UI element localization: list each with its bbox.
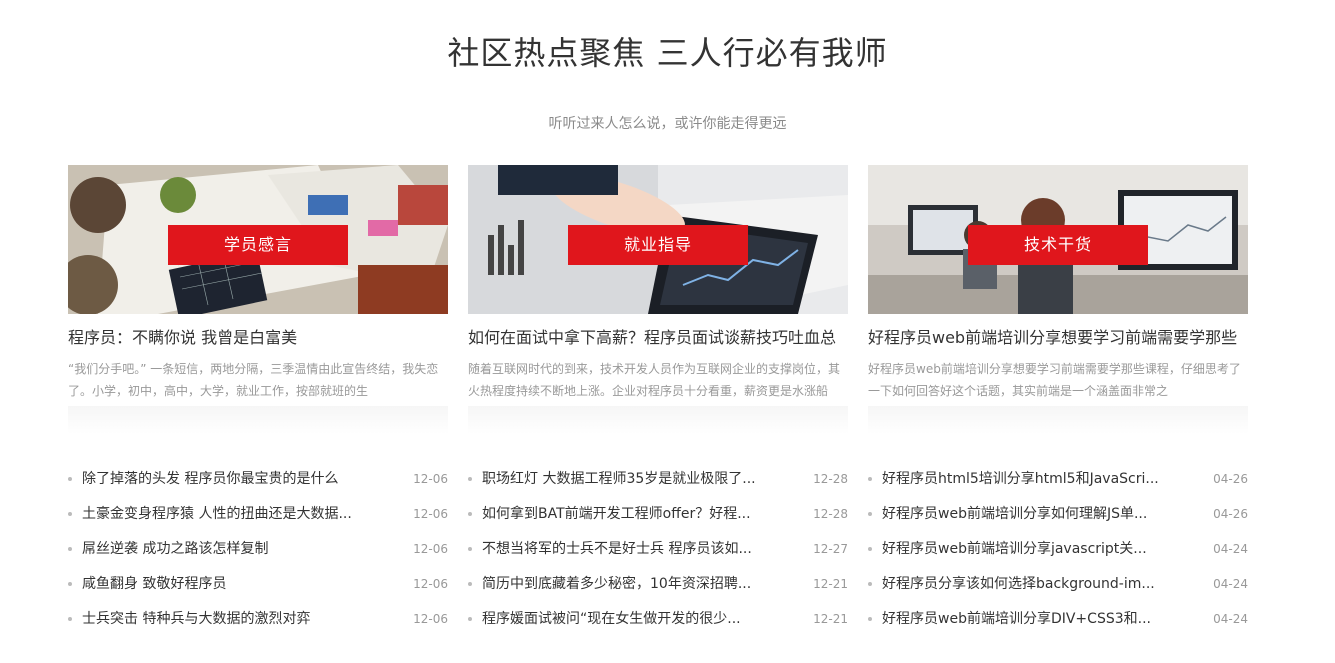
list-item-title[interactable]: 好程序员分享该如何选择background-im... [882,567,1155,602]
list-item-title[interactable]: 好程序员web前端培训分享如何理解JS单... [882,497,1147,532]
list-item-date: 12-06 [413,507,448,521]
list-item[interactable]: 简历中到底藏着多少秘密，10年资深招聘... 12-21 [468,567,848,602]
list-item-title[interactable]: 如何拿到BAT前端开发工程师offer？好程... [482,497,751,532]
bullet-icon [68,547,72,551]
list-item-date: 12-06 [413,542,448,556]
list-item-date: 12-28 [813,507,848,521]
list-item[interactable]: 土豪金变身程序猿 人性的扭曲还是大数据... 12-06 [68,497,448,532]
list-item-date: 12-21 [813,577,848,591]
list-item-date: 12-21 [813,612,848,626]
bullet-icon [468,547,472,551]
list-item-title[interactable]: 好程序员web前端培训分享DIV+CSS3和... [882,602,1151,637]
bullet-icon [468,512,472,516]
featured-article-title[interactable]: 程序员：不瞒你说 我曾是白富美 [68,327,448,349]
list-item-title[interactable]: 除了掉落的头发 程序员你最宝贵的是什么 [82,462,338,497]
page-title: 社区热点聚焦 三人行必有我师 [447,34,888,72]
bullet-icon [68,617,72,621]
card-image[interactable]: 技术干货 [868,165,1248,314]
list-item[interactable]: 好程序员分享该如何选择background-im... 04-24 [868,567,1248,602]
list-item[interactable]: 如何拿到BAT前端开发工程师offer？好程... 12-28 [468,497,848,532]
list-item[interactable]: 咸鱼翻身 致敬好程序员 12-06 [68,567,448,602]
bullet-icon [468,582,472,586]
bullet-icon [468,477,472,481]
category-tag[interactable]: 就业指导 [568,225,748,265]
featured-article-title[interactable]: 如何在面试中拿下高薪？程序员面试谈薪技巧吐血总 [468,327,848,349]
featured-article-title[interactable]: 好程序员web前端培训分享想要学习前端需要学那些 [868,327,1248,349]
featured-article-summary: 好程序员web前端培训分享想要学习前端需要学那些课程，仔细思考了一下如何回答好这… [868,362,1241,398]
list-item-title[interactable]: 简历中到底藏着多少秘密，10年资深招聘... [482,567,751,602]
list-item-date: 12-27 [813,542,848,556]
list-item[interactable]: 屌丝逆袭 成功之路该怎样复制 12-06 [68,532,448,567]
list-item[interactable]: 好程序员web前端培训分享如何理解JS单... 04-26 [868,497,1248,532]
bullet-icon [68,477,72,481]
list-item[interactable]: 好程序员html5培训分享html5和JavaScri... 04-26 [868,462,1248,497]
article-list-testimonials: 除了掉落的头发 程序员你最宝贵的是什么 12-06 土豪金变身程序猿 人性的扭曲还… [68,462,448,637]
list-item-date: 12-28 [813,472,848,486]
list-item-date: 12-06 [413,612,448,626]
list-item[interactable]: 职场红灯 大数据工程师35岁是就业极限了... 12-28 [468,462,848,497]
list-item-title[interactable]: 不想当将军的士兵不是好士兵 程序员该如... [482,532,752,567]
hotspot-card-career: 就业指导 如何在面试中拿下高薪？程序员面试谈薪技巧吐血总 随着互联网时代的到来，… [468,165,848,434]
list-item[interactable]: 士兵突击 特种兵与大数据的激烈对弈 12-06 [68,602,448,637]
featured-article-summary: “我们分手吧。” 一条短信，两地分隔，三季温情由此宣告终结，我失恋了。小学，初中… [68,362,439,398]
list-item-date: 12-06 [413,577,448,591]
page-subtitle: 听听过来人怎么说，或许你能走得更远 [548,116,787,132]
list-item-title[interactable]: 好程序员html5培训分享html5和JavaScri... [882,462,1159,497]
list-item-title[interactable]: 屌丝逆袭 成功之路该怎样复制 [82,532,268,567]
divider [468,406,848,434]
list-item[interactable]: 好程序员web前端培训分享DIV+CSS3和... 04-24 [868,602,1248,637]
list-item[interactable]: 程序媛面试被问“现在女生做开发的很少... 12-21 [468,602,848,637]
article-list-career: 职场红灯 大数据工程师35岁是就业极限了... 12-28 如何拿到BAT前端开发… [468,462,848,637]
hotspot-card-tech: 技术干货 好程序员web前端培训分享想要学习前端需要学那些 好程序员web前端培… [868,165,1248,434]
list-item-title[interactable]: 士兵突击 特种兵与大数据的激烈对弈 [82,602,310,637]
featured-article-summary: 随着互联网时代的到来，技术开发人员作为互联网企业的支撑岗位，其火热程度持续不断地… [468,362,841,398]
card-image[interactable]: 学员感言 [68,165,448,314]
divider [868,406,1248,434]
bullet-icon [868,547,872,551]
list-item[interactable]: 好程序员web前端培训分享javascript关... 04-24 [868,532,1248,567]
list-item-date: 04-24 [1213,577,1248,591]
list-item-date: 04-26 [1213,507,1248,521]
category-tag[interactable]: 技术干货 [968,225,1148,265]
list-item-title[interactable]: 咸鱼翻身 致敬好程序员 [82,567,226,602]
article-list-tech: 好程序员html5培训分享html5和JavaScri... 04-26 好程序员… [868,462,1248,637]
bullet-icon [68,582,72,586]
list-item-date: 12-06 [413,472,448,486]
list-item-title[interactable]: 好程序员web前端培训分享javascript关... [882,532,1147,567]
bullet-icon [468,617,472,621]
card-image[interactable]: 就业指导 [468,165,848,314]
list-item-title[interactable]: 土豪金变身程序猿 人性的扭曲还是大数据... [82,497,352,532]
bullet-icon [868,512,872,516]
bullet-icon [868,477,872,481]
list-item[interactable]: 除了掉落的头发 程序员你最宝贵的是什么 12-06 [68,462,448,497]
list-item-date: 04-24 [1213,542,1248,556]
list-item-title[interactable]: 职场红灯 大数据工程师35岁是就业极限了... [482,462,756,497]
list-item-date: 04-26 [1213,472,1248,486]
divider [68,406,448,434]
bullet-icon [68,512,72,516]
list-item[interactable]: 不想当将军的士兵不是好士兵 程序员该如... 12-27 [468,532,848,567]
list-item-date: 04-24 [1213,612,1248,626]
list-item-title[interactable]: 程序媛面试被问“现在女生做开发的很少... [482,602,741,637]
bullet-icon [868,617,872,621]
hotspot-card-testimonials: 学员感言 程序员：不瞒你说 我曾是白富美 “我们分手吧。” 一条短信，两地分隔，… [68,165,448,434]
category-tag[interactable]: 学员感言 [168,225,348,265]
bullet-icon [868,582,872,586]
